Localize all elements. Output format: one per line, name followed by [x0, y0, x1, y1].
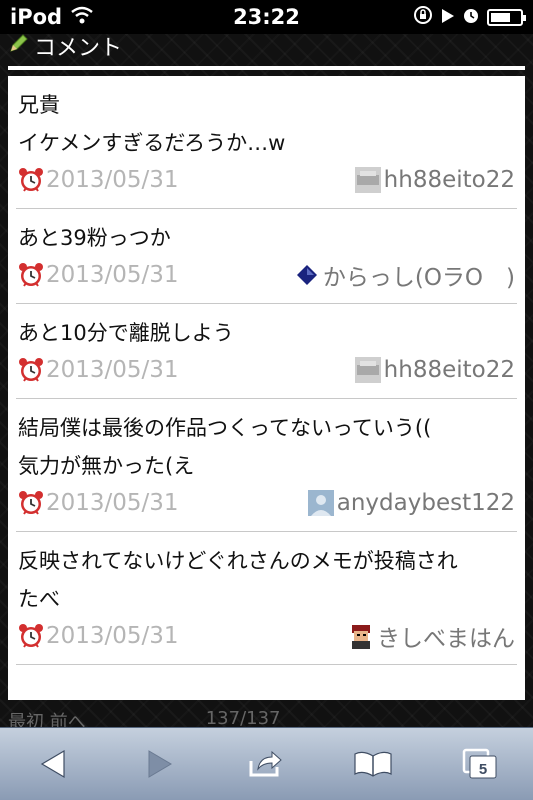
- tabs-icon: 5: [462, 748, 497, 779]
- comment-item: 反映されてないけどぐれさんのメモが投稿され たべ 2013/05/31 きしべまはん: [16, 532, 517, 665]
- forward-arrow-icon: [148, 750, 172, 778]
- comment-author-name[interactable]: からっし(OラO ): [323, 258, 515, 292]
- orientation-lock-icon: [413, 5, 433, 30]
- comment-meta: 2013/05/31 きしべまはん: [18, 618, 515, 654]
- play-icon: [441, 5, 455, 29]
- pagination-footer: 最初 前へ 137/137: [8, 708, 525, 728]
- section-title: コメント: [34, 36, 123, 61]
- comment-author-name[interactable]: hh88eito22: [384, 167, 515, 193]
- comment-meta: 2013/05/31 hh88eito22: [18, 352, 515, 388]
- battery-icon: [487, 8, 526, 26]
- comment-author[interactable]: anydaybest122: [307, 490, 515, 516]
- comment-meta: 2013/05/31 anydaybest122: [18, 485, 515, 521]
- alarm-clock-icon: [19, 263, 43, 287]
- pagination-nav[interactable]: 最初 前へ: [8, 708, 86, 728]
- comment-text-line: 結局僕は最後の作品つくってないっていう((: [18, 416, 432, 440]
- comment-date: 2013/05/31: [18, 167, 179, 193]
- comment-item: 兄貴イケメンすぎるだろうか…w 2013/05/31 hh88eito22: [16, 76, 517, 209]
- alarm-clock-icon: [19, 491, 43, 515]
- comment-author[interactable]: きしべまはん: [348, 619, 515, 653]
- comment-text-line: イケメンすぎるだろうか…w: [18, 131, 286, 155]
- comment-author-name[interactable]: hh88eito22: [384, 357, 515, 383]
- carrier-label: iPod: [10, 5, 63, 29]
- avatar-blue-diamond-icon[interactable]: [294, 262, 320, 288]
- comment-text-line: 反映されてないけどぐれさんのメモが投稿され: [18, 549, 458, 573]
- alarm-clock-icon: [19, 358, 43, 382]
- comment-text-line: 兄貴: [18, 93, 60, 117]
- avatar-grey-blur-icon[interactable]: [354, 167, 381, 193]
- comment-text-line: あと39粉っつか: [18, 226, 171, 250]
- comment-date: 2013/05/31: [18, 262, 179, 288]
- comment-author[interactable]: hh88eito22: [354, 357, 515, 383]
- comment-date-text: 2013/05/31: [46, 262, 179, 288]
- browser-toolbar: 5: [0, 727, 533, 800]
- tabs-button[interactable]: 5: [450, 734, 510, 794]
- comment-text-line: たべ: [18, 587, 60, 611]
- comment-author[interactable]: hh88eito22: [354, 167, 515, 193]
- comment-text-line: 気力が無かった(え: [18, 454, 195, 478]
- alarm-clock-icon: [463, 5, 479, 29]
- comment-item: あと10分で離脱しよう 2013/05/31 hh88eito22: [16, 304, 517, 399]
- comment-date-text: 2013/05/31: [46, 167, 179, 193]
- comment-item: 結局僕は最後の作品つくってないっていう(( 気力が無かった(え 2013/05/31…: [16, 399, 517, 532]
- tab-count: 5: [479, 761, 487, 778]
- alarm-clock-icon: [19, 624, 43, 648]
- forward-button[interactable]: [130, 734, 190, 794]
- book-icon: [354, 751, 392, 777]
- comment-meta: 2013/05/31 からっし(OラO ): [18, 257, 515, 293]
- share-button[interactable]: [236, 734, 296, 794]
- comments-section-header: コメント: [8, 28, 525, 64]
- wifi-icon: [70, 5, 94, 29]
- comment-author[interactable]: からっし(OラO ): [294, 258, 515, 292]
- comment-date: 2013/05/31: [18, 623, 179, 649]
- comment-text-line: あと10分で離脱しよう: [18, 321, 234, 345]
- comment-date-text: 2013/05/31: [46, 357, 179, 383]
- pencil-icon: [8, 32, 30, 60]
- comment-meta: 2013/05/31 hh88eito22: [18, 162, 515, 198]
- comment-date-text: 2013/05/31: [46, 623, 179, 649]
- avatar-character-icon[interactable]: [348, 623, 374, 649]
- comment-date-text: 2013/05/31: [46, 490, 179, 516]
- comment-date: 2013/05/31: [18, 357, 179, 383]
- header-divider: [8, 66, 525, 70]
- comment-date: 2013/05/31: [18, 490, 179, 516]
- comment-author-name[interactable]: anydaybest122: [337, 490, 515, 516]
- comment-author-name[interactable]: きしべまはん: [377, 619, 515, 653]
- pagination-count: 137/137: [205, 708, 281, 728]
- bookmarks-button[interactable]: [343, 734, 403, 794]
- avatar-default-person-icon[interactable]: [307, 490, 334, 516]
- avatar-grey-blur-icon[interactable]: [354, 357, 381, 383]
- share-icon: [249, 750, 283, 777]
- comments-list: 兄貴イケメンすぎるだろうか…w 2013/05/31 hh88eito22 あと39粉…: [8, 76, 525, 700]
- comment-item: あと39粉っつか 2013/05/31 からっし(OラO ): [16, 209, 517, 304]
- back-arrow-icon: [41, 749, 65, 779]
- back-button[interactable]: [23, 734, 83, 794]
- alarm-clock-icon: [19, 168, 43, 192]
